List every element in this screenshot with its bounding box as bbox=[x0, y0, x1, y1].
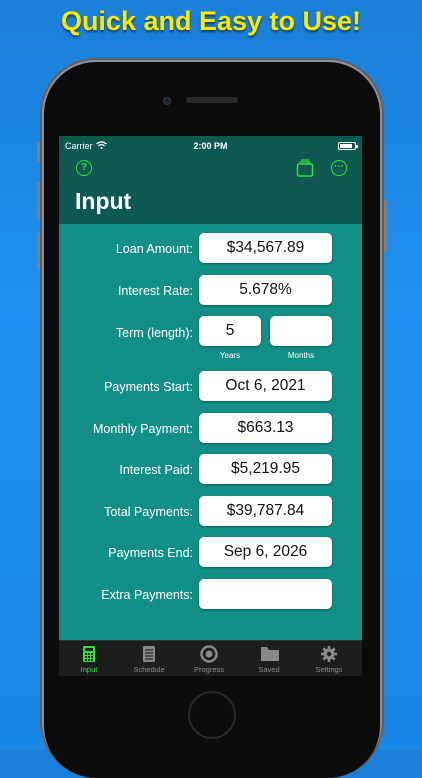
term-months-caption: Months bbox=[287, 351, 315, 360]
monthly-payment-label: Monthly Payment: bbox=[92, 422, 193, 436]
tab-schedule[interactable]: Schedule bbox=[119, 641, 179, 676]
term-label: Term (length): bbox=[115, 326, 193, 340]
status-time: 2:00 PM bbox=[193, 141, 228, 151]
tab-progress-label: Progress bbox=[193, 665, 224, 674]
tab-input[interactable]: Input bbox=[59, 641, 119, 676]
page-title: Input bbox=[75, 188, 132, 214]
term-years-field[interactable]: 5 bbox=[199, 316, 261, 346]
tab-input-label: Input bbox=[80, 665, 98, 674]
loan-amount-label: Loan Amount: bbox=[115, 242, 193, 256]
loan-amount-field[interactable]: $34,567.89 bbox=[199, 233, 332, 263]
folder-icon bbox=[261, 647, 279, 661]
navigation-bar: ? ··· Input bbox=[59, 156, 362, 224]
extra-payments-label: Extra Payments: bbox=[101, 588, 193, 602]
more-options-icon[interactable]: ··· bbox=[331, 160, 347, 176]
calculator-icon bbox=[83, 646, 95, 662]
total-payments-label: Total Payments: bbox=[104, 505, 193, 519]
term-months-field[interactable] bbox=[270, 316, 332, 346]
payments-start-label: Payments Start: bbox=[104, 380, 193, 394]
stack-icon[interactable] bbox=[296, 159, 314, 177]
term-years-caption: Years bbox=[219, 351, 241, 360]
extra-payments-field[interactable] bbox=[199, 579, 332, 609]
silent-switch bbox=[37, 142, 40, 162]
total-payments-field[interactable]: $39,787.84 bbox=[199, 496, 332, 526]
payments-end-label: Payments End: bbox=[108, 546, 193, 560]
earpiece-speaker bbox=[186, 97, 238, 103]
home-button[interactable] bbox=[188, 691, 236, 739]
interest-paid-field[interactable]: $5,219.95 bbox=[199, 454, 332, 484]
front-camera bbox=[163, 97, 171, 105]
tab-settings-label: Settings bbox=[315, 665, 343, 674]
battery-icon bbox=[338, 142, 358, 150]
tab-progress[interactable]: Progress bbox=[179, 641, 239, 676]
gear-icon bbox=[321, 646, 337, 662]
schedule-icon bbox=[143, 646, 155, 662]
tab-saved-label: Saved bbox=[258, 665, 280, 674]
progress-icon bbox=[200, 645, 218, 663]
tab-schedule-label: Schedule bbox=[133, 665, 165, 674]
tab-bar: Input Schedule Progress Saved Settings bbox=[59, 640, 362, 676]
headline: Quick and Easy to Use! bbox=[60, 6, 362, 36]
tab-settings[interactable]: Settings bbox=[299, 641, 359, 676]
payments-start-field[interactable]: Oct 6, 2021 bbox=[199, 371, 332, 401]
interest-rate-field[interactable]: 5.678% bbox=[199, 275, 332, 305]
tab-saved[interactable]: Saved bbox=[239, 641, 299, 676]
monthly-payment-field[interactable]: $663.13 bbox=[199, 413, 332, 443]
interest-paid-label: Interest Paid: bbox=[119, 463, 193, 477]
app-screen: Carrier 2:00 PM ? ··· Input Loan Amount:… bbox=[59, 136, 362, 676]
volume-up-button bbox=[37, 182, 40, 220]
help-icon[interactable]: ? bbox=[76, 160, 92, 176]
volume-down-button bbox=[37, 232, 40, 270]
status-bar: Carrier 2:00 PM bbox=[59, 136, 362, 156]
power-button bbox=[384, 200, 387, 252]
interest-rate-label: Interest Rate: bbox=[117, 284, 193, 298]
payments-end-field[interactable]: Sep 6, 2026 bbox=[199, 537, 332, 567]
